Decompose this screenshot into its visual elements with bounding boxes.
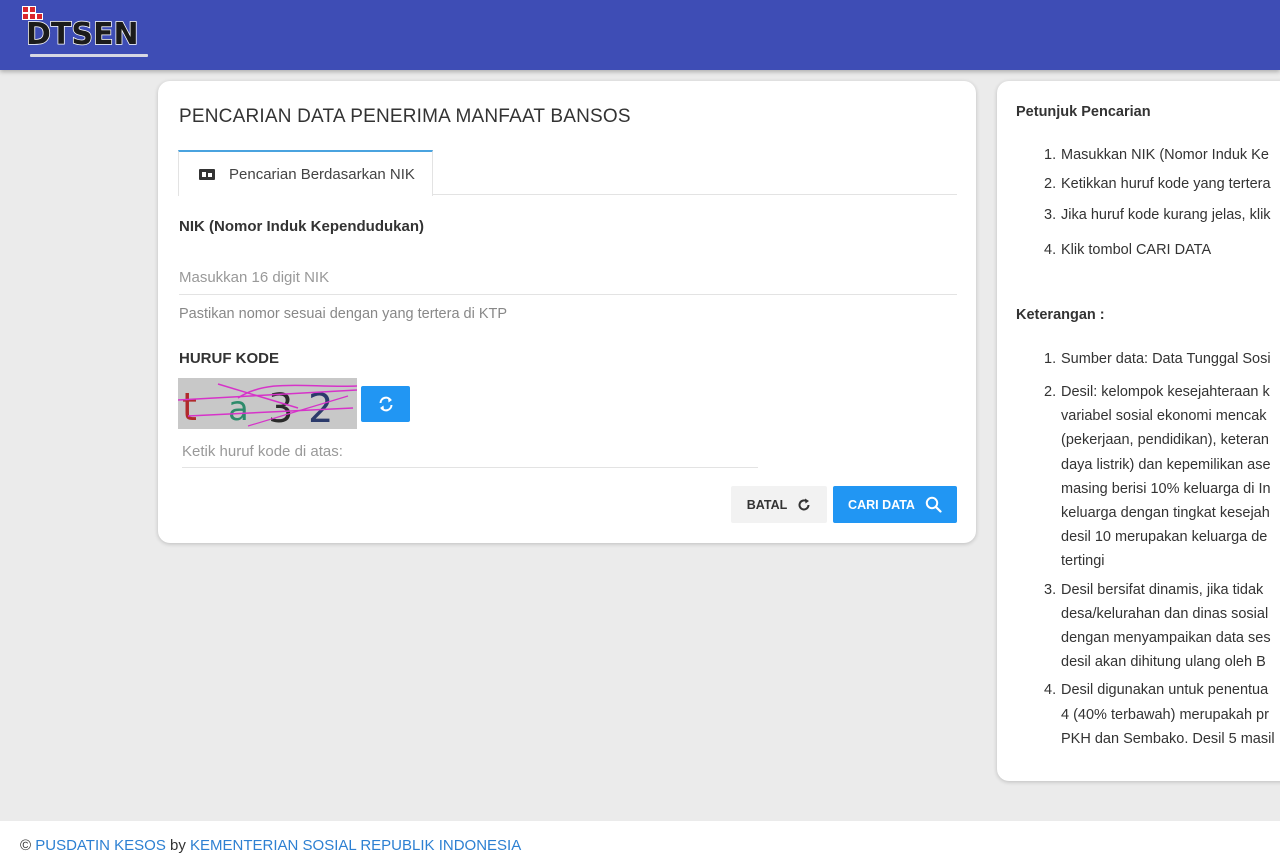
nik-hint: Pastikan nomor sesuai dengan yang terter… [179, 306, 508, 322]
list-item: 1. Masukkan NIK (Nomor Induk Ke [1044, 147, 1269, 163]
search-button[interactable]: CARI DATA [833, 486, 957, 523]
cancel-button[interactable]: BATAL [731, 486, 827, 523]
tab-nik-search[interactable]: Pencarian Berdasarkan NIK [178, 150, 433, 196]
search-icon [925, 496, 942, 513]
footer: © PUSDATIN KESOS by KEMENTERIAN SOSIAL R… [0, 821, 1280, 853]
kemensos-link[interactable]: KEMENTERIAN SOSIAL REPUBLIK INDONESIA [190, 837, 521, 853]
search-card: PENCARIAN DATA PENERIMA MANFAAT BANSOS P… [158, 81, 976, 543]
keterangan-list: 1. Sumber data: Data Tunggal Sosi 2. Desi… [1044, 351, 1280, 751]
page-title: PENCARIAN DATA PENERIMA MANFAAT BANSOS [179, 106, 631, 127]
tab-label: Pencarian Berdasarkan NIK [229, 165, 415, 183]
id-card-icon [199, 168, 215, 180]
captcha-label: HURUF KODE [179, 350, 279, 367]
logo-tagline [30, 54, 148, 57]
reset-icon [798, 498, 810, 510]
captcha-input[interactable] [182, 436, 758, 468]
keterangan-title: Keterangan : [1016, 307, 1105, 323]
copyright-symbol: © [20, 837, 32, 853]
search-button-label: CARI DATA [848, 497, 915, 512]
list-item: 2. Desil: kelompok kesejahteraan k varia… [1044, 384, 1271, 570]
petunjuk-list: 1. Masukkan NIK (Nomor Induk Ke 2. Ketikka… [1044, 147, 1280, 271]
cancel-button-label: BATAL [746, 497, 788, 512]
captcha-char-1: t [182, 385, 197, 429]
refresh-captcha-button[interactable] [361, 386, 410, 422]
footer-by: by [170, 837, 186, 853]
list-item: 3. Jika huruf kode kurang jelas, klik [1044, 207, 1271, 223]
logo-text: DTSEN [25, 17, 139, 53]
info-panel: Petunjuk Pencarian 1. Masukkan NIK (Nomor… [997, 81, 1280, 781]
tab-strip: Pencarian Berdasarkan NIK [178, 150, 957, 196]
captcha-char-2: a [228, 389, 249, 429]
list-item: 1. Sumber data: Data Tunggal Sosi [1044, 351, 1271, 367]
top-header: DTSEN [0, 0, 1280, 70]
dtsen-logo[interactable]: DTSEN [18, 6, 150, 62]
petunjuk-title: Petunjuk Pencarian [1016, 104, 1151, 120]
refresh-icon [379, 396, 392, 412]
pusdatin-link[interactable]: PUSDATIN KESOS [35, 837, 166, 853]
list-item: 3. Desil bersifat dinamis, jika tidak de… [1044, 581, 1271, 671]
list-item: 4. Klik tombol CARI DATA [1044, 242, 1212, 258]
nik-label: NIK (Nomor Induk Kependudukan) [179, 218, 424, 235]
nik-input[interactable] [179, 261, 957, 295]
captcha-char-3: 3 [268, 386, 293, 429]
captcha-image: t a 3 2 [178, 378, 357, 429]
list-item: 2. Ketikkan huruf kode yang tertera [1044, 176, 1271, 192]
list-item: 4. Desil digunakan untuk penentua 4 (40%… [1044, 682, 1275, 747]
